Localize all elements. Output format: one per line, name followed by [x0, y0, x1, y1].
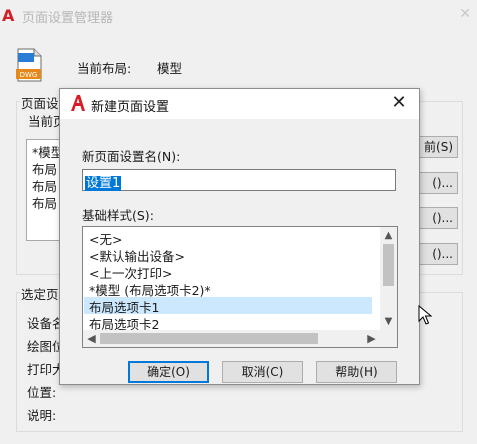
list-item-layout1[interactable]: 布局选项卡1 [84, 297, 372, 315]
dwg-file-icon: DWG [16, 48, 42, 82]
current-layout-label: 当前布局: [77, 61, 132, 76]
ok-button[interactable]: 确定(O) [128, 361, 209, 383]
selected-details-label: 选定页 [20, 284, 60, 303]
autocad-logo-icon: A [2, 6, 15, 25]
dialog-title-bar: 新建页面设置 ✕ [60, 89, 419, 119]
bg-window-title: 页面设置管理器 [22, 11, 114, 26]
current-layout-value: 模型 [157, 61, 183, 76]
new-page-setup-name-label: 新页面设置名(N): [82, 149, 181, 164]
dialog-title: 新建页面设置 [91, 100, 170, 115]
help-button[interactable]: 帮助(H) [316, 361, 397, 383]
list-item-model[interactable]: *模型 (布局选项卡2)* [89, 280, 211, 298]
description-label: 说明: [27, 408, 57, 423]
scroll-right-icon[interactable]: ▶ [363, 330, 380, 347]
new-page-setup-dialog: 新建页面设置 ✕ 新页面设置名(N): 设置1 基础样式(S): <无> <默认… [59, 88, 420, 385]
list-item-previous-plot[interactable]: <上一次打印> [89, 263, 172, 281]
scroll-up-icon[interactable]: ▲ [380, 227, 397, 244]
horizontal-scroll-thumb[interactable] [100, 333, 318, 344]
start-with-label: 基础样式(S): [82, 208, 154, 223]
page-setup-name-input[interactable]: 设置1 [82, 169, 396, 191]
vertical-scroll-thumb[interactable] [383, 244, 394, 286]
dwg-icon-text: DWG [20, 71, 38, 79]
mouse-pointer-icon [418, 305, 432, 325]
scroll-down-icon[interactable]: ▼ [380, 313, 397, 330]
scroll-left-icon[interactable]: ◀ [83, 330, 100, 347]
list-item-none[interactable]: <无> [89, 229, 122, 247]
list-item-layout2[interactable]: 布局选项卡2 [89, 314, 159, 332]
close-icon[interactable]: ✕ [389, 92, 409, 113]
where-label: 位置: [27, 385, 57, 400]
list-item-default-output-device[interactable]: <默认输出设备> [89, 246, 185, 264]
page-setups-group-label: 页面设 [20, 93, 60, 112]
autocad-logo-icon [71, 95, 85, 111]
scroll-corner [380, 330, 397, 347]
cancel-button[interactable]: 取消(C) [222, 361, 303, 383]
horizontal-scrollbar[interactable]: ◀ ▶ [83, 330, 380, 347]
vertical-scrollbar[interactable]: ▲ ▼ [380, 227, 397, 330]
bg-title-bar: A 页面设置管理器 ✕ [0, 0, 477, 30]
bg-close-icon[interactable]: ✕ [459, 6, 471, 22]
list-item[interactable]: 布局 [32, 193, 57, 212]
start-with-list[interactable]: <无> <默认输出设备> <上一次打印> *模型 (布局选项卡2)* 布局选项卡… [82, 226, 398, 348]
page-setup-name-value: 设置1 [85, 176, 122, 191]
